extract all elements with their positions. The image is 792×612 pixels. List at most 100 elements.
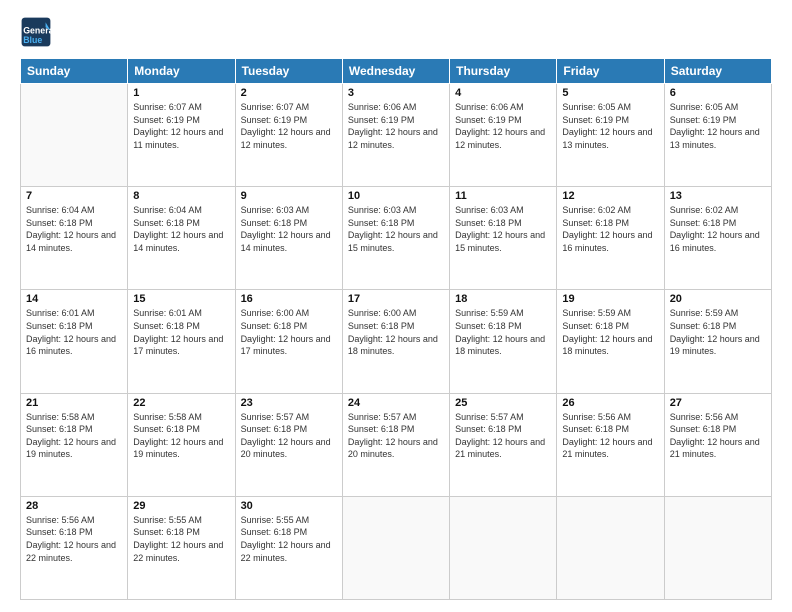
- day-number: 8: [133, 190, 229, 202]
- calendar-day-cell: 17 Sunrise: 6:00 AMSunset: 6:18 PMDayligh…: [342, 290, 449, 393]
- calendar-day-cell: 11 Sunrise: 6:03 AMSunset: 6:18 PMDayligh…: [450, 187, 557, 290]
- calendar-day-cell: 14Sunrise: 6:01 AMSunset: 6:18 PMDayligh…: [21, 290, 128, 393]
- calendar-day-cell: 30 Sunrise: 5:55 AMSunset: 6:18 PMDayligh…: [235, 496, 342, 599]
- day-info: Sunrise: 6:04 AMSunset: 6:18 PMDaylight:…: [133, 204, 229, 254]
- day-number: 15: [133, 293, 229, 305]
- weekday-header-cell: Thursday: [450, 59, 557, 84]
- day-number: 9: [241, 190, 337, 202]
- day-info: Sunrise: 6:05 AMSunset: 6:19 PMDaylight:…: [562, 101, 658, 151]
- day-number: 25: [455, 397, 551, 409]
- day-info: Sunrise: 5:55 AMSunset: 6:18 PMDaylight:…: [133, 514, 229, 564]
- calendar-day-cell: 1 Sunrise: 6:07 AMSunset: 6:19 PMDaylight…: [128, 84, 235, 187]
- weekday-header-row: SundayMondayTuesdayWednesdayThursdayFrid…: [21, 59, 772, 84]
- day-info: Sunrise: 6:00 AMSunset: 6:18 PMDaylight:…: [348, 307, 444, 357]
- calendar-day-cell: 7 Sunrise: 6:04 AMSunset: 6:18 PMDaylight…: [21, 187, 128, 290]
- weekday-header-cell: Tuesday: [235, 59, 342, 84]
- calendar-day-cell: 9 Sunrise: 6:03 AMSunset: 6:18 PMDaylight…: [235, 187, 342, 290]
- day-info: Sunrise: 5:59 AMSunset: 6:18 PMDaylight:…: [562, 307, 658, 357]
- day-info: Sunrise: 5:56 AMSunset: 6:18 PMDaylight:…: [562, 411, 658, 461]
- weekday-header-cell: Saturday: [664, 59, 771, 84]
- day-number: 1: [133, 87, 229, 99]
- calendar-day-cell: 22Sunrise: 5:58 AMSunset: 6:18 PMDayligh…: [128, 393, 235, 496]
- calendar-day-cell: 4Sunrise: 6:06 AMSunset: 6:19 PMDaylight…: [450, 84, 557, 187]
- day-info: Sunrise: 6:01 AMSunset: 6:18 PMDaylight:…: [133, 307, 229, 357]
- page: General Blue SundayMondayTuesdayWednesda…: [0, 0, 792, 612]
- calendar-day-cell: 26 Sunrise: 5:56 AMSunset: 6:18 PMDayligh…: [557, 393, 664, 496]
- weekday-header-cell: Monday: [128, 59, 235, 84]
- day-info: Sunrise: 5:57 AMSunset: 6:18 PMDaylight:…: [241, 411, 337, 461]
- day-number: 13: [670, 190, 766, 202]
- day-info: Sunrise: 6:07 AMSunset: 6:19 PMDaylight:…: [241, 101, 337, 151]
- day-number: 22: [133, 397, 229, 409]
- logo-icon: General Blue: [20, 16, 52, 48]
- day-info: Sunrise: 5:59 AMSunset: 6:18 PMDaylight:…: [670, 307, 766, 357]
- day-info: Sunrise: 6:00 AMSunset: 6:18 PMDaylight:…: [241, 307, 337, 357]
- calendar-week-row: 7 Sunrise: 6:04 AMSunset: 6:18 PMDaylight…: [21, 187, 772, 290]
- day-info: Sunrise: 6:05 AMSunset: 6:19 PMDaylight:…: [670, 101, 766, 151]
- day-number: 16: [241, 293, 337, 305]
- calendar-day-cell: 2Sunrise: 6:07 AMSunset: 6:19 PMDaylight…: [235, 84, 342, 187]
- calendar-day-cell: 19 Sunrise: 5:59 AMSunset: 6:18 PMDayligh…: [557, 290, 664, 393]
- day-number: 24: [348, 397, 444, 409]
- day-number: 23: [241, 397, 337, 409]
- calendar-day-cell: 27Sunrise: 5:56 AMSunset: 6:18 PMDayligh…: [664, 393, 771, 496]
- day-info: Sunrise: 6:03 AMSunset: 6:18 PMDaylight:…: [348, 204, 444, 254]
- day-info: Sunrise: 6:03 AMSunset: 6:18 PMDaylight:…: [241, 204, 337, 254]
- logo: General Blue: [20, 16, 56, 48]
- calendar-day-cell: 15 Sunrise: 6:01 AMSunset: 6:18 PMDayligh…: [128, 290, 235, 393]
- day-info: Sunrise: 6:06 AMSunset: 6:19 PMDaylight:…: [348, 101, 444, 151]
- calendar-day-cell: 3 Sunrise: 6:06 AMSunset: 6:19 PMDaylight…: [342, 84, 449, 187]
- calendar-day-cell: 23 Sunrise: 5:57 AMSunset: 6:18 PMDayligh…: [235, 393, 342, 496]
- day-info: Sunrise: 6:07 AMSunset: 6:19 PMDaylight:…: [133, 101, 229, 151]
- day-number: 20: [670, 293, 766, 305]
- calendar-day-cell: [342, 496, 449, 599]
- calendar-table: SundayMondayTuesdayWednesdayThursdayFrid…: [20, 58, 772, 600]
- day-info: Sunrise: 5:58 AMSunset: 6:18 PMDaylight:…: [26, 411, 122, 461]
- calendar-day-cell: 18 Sunrise: 5:59 AMSunset: 6:18 PMDayligh…: [450, 290, 557, 393]
- day-number: 10: [348, 190, 444, 202]
- day-number: 29: [133, 500, 229, 512]
- calendar-day-cell: 12Sunrise: 6:02 AMSunset: 6:18 PMDayligh…: [557, 187, 664, 290]
- day-number: 28: [26, 500, 122, 512]
- day-number: 11: [455, 190, 551, 202]
- calendar-day-cell: [21, 84, 128, 187]
- day-number: 3: [348, 87, 444, 99]
- day-info: Sunrise: 5:57 AMSunset: 6:18 PMDaylight:…: [348, 411, 444, 461]
- day-info: Sunrise: 5:55 AMSunset: 6:18 PMDaylight:…: [241, 514, 337, 564]
- svg-text:Blue: Blue: [23, 35, 42, 45]
- calendar-week-row: 1 Sunrise: 6:07 AMSunset: 6:19 PMDaylight…: [21, 84, 772, 187]
- calendar-day-cell: 5Sunrise: 6:05 AMSunset: 6:19 PMDaylight…: [557, 84, 664, 187]
- calendar-week-row: 21 Sunrise: 5:58 AMSunset: 6:18 PMDayligh…: [21, 393, 772, 496]
- calendar-day-cell: 29 Sunrise: 5:55 AMSunset: 6:18 PMDayligh…: [128, 496, 235, 599]
- weekday-header-cell: Friday: [557, 59, 664, 84]
- calendar-day-cell: [557, 496, 664, 599]
- day-number: 30: [241, 500, 337, 512]
- day-number: 18: [455, 293, 551, 305]
- weekday-header-cell: Wednesday: [342, 59, 449, 84]
- day-number: 17: [348, 293, 444, 305]
- calendar-day-cell: 25 Sunrise: 5:57 AMSunset: 6:18 PMDayligh…: [450, 393, 557, 496]
- weekday-header-cell: Sunday: [21, 59, 128, 84]
- day-info: Sunrise: 5:59 AMSunset: 6:18 PMDaylight:…: [455, 307, 551, 357]
- day-info: Sunrise: 5:57 AMSunset: 6:18 PMDaylight:…: [455, 411, 551, 461]
- day-number: 19: [562, 293, 658, 305]
- calendar-week-row: 14 Sunrise: 6:01 AMSunset: 6:18 PMDayligh…: [21, 290, 772, 393]
- calendar-day-cell: 28 Sunrise: 5:56 AMSunset: 6:18 PMDayligh…: [21, 496, 128, 599]
- day-info: Sunrise: 6:03 AMSunset: 6:18 PMDaylight:…: [455, 204, 551, 254]
- day-info: Sunrise: 5:56 AMSunset: 6:18 PMDaylight:…: [26, 514, 122, 564]
- day-number: 27: [670, 397, 766, 409]
- calendar-day-cell: [664, 496, 771, 599]
- day-number: 14: [26, 293, 122, 305]
- calendar-day-cell: 24 Sunrise: 5:57 AMSunset: 6:18 PMDayligh…: [342, 393, 449, 496]
- calendar-day-cell: 13Sunrise: 6:02 AMSunset: 6:18 PMDayligh…: [664, 187, 771, 290]
- calendar-day-cell: 8 Sunrise: 6:04 AMSunset: 6:18 PMDaylight…: [128, 187, 235, 290]
- day-number: 21: [26, 397, 122, 409]
- day-info: Sunrise: 6:04 AMSunset: 6:18 PMDaylight:…: [26, 204, 122, 254]
- calendar-day-cell: [450, 496, 557, 599]
- day-number: 26: [562, 397, 658, 409]
- calendar-day-cell: 20 Sunrise: 5:59 AMSunset: 6:18 PMDayligh…: [664, 290, 771, 393]
- day-number: 6: [670, 87, 766, 99]
- calendar-day-cell: 16 Sunrise: 6:00 AMSunset: 6:18 PMDayligh…: [235, 290, 342, 393]
- day-number: 7: [26, 190, 122, 202]
- calendar-day-cell: 10 Sunrise: 6:03 AMSunset: 6:18 PMDayligh…: [342, 187, 449, 290]
